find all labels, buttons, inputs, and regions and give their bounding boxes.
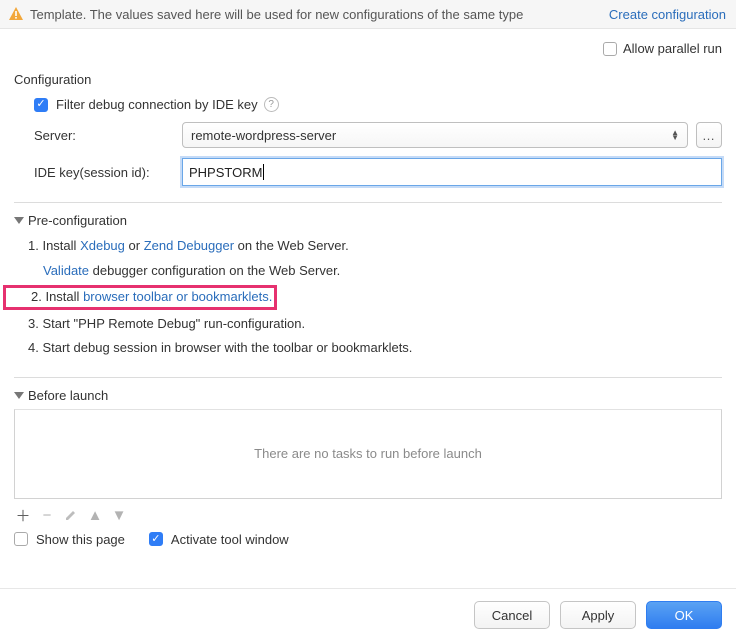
preconf-step-1: 1. Install Xdebug or Zend Debugger on th… [28,234,722,259]
server-label: Server: [34,128,174,143]
xdebug-link[interactable]: Xdebug [80,238,125,253]
preconf-step-3: 3. Start "PHP Remote Debug" run-configur… [28,312,722,337]
activate-tool-window-label: Activate tool window [171,532,289,547]
updown-icon: ▲▼ [671,130,679,140]
preconfiguration-title: Pre-configuration [28,213,127,228]
preconf-step-4: 4. Start debug session in browser with t… [28,336,722,361]
divider [14,202,722,203]
chevron-down-icon [14,217,24,224]
preconfiguration-header[interactable]: Pre-configuration [14,213,722,228]
ok-button[interactable]: OK [646,601,722,629]
allow-parallel-run-label: Allow parallel run [623,41,722,56]
show-this-page-checkbox[interactable] [14,532,28,546]
remove-task-button: − [40,507,54,524]
validate-link[interactable]: Validate [43,263,89,278]
browser-toolbar-link[interactable]: browser toolbar or bookmarklets. [83,289,272,304]
filter-debug-label: Filter debug connection by IDE key [56,97,258,112]
before-launch-title: Before launch [28,388,108,403]
show-this-page-label: Show this page [36,532,125,547]
before-launch-empty-text: There are no tasks to run before launch [254,446,482,461]
zend-debugger-link[interactable]: Zend Debugger [144,238,234,253]
move-down-button: ▼ [112,507,126,524]
create-configuration-link[interactable]: Create configuration [609,7,726,22]
warning-icon [8,6,24,22]
configuration-section-title: Configuration [14,72,722,87]
chevron-down-icon [14,392,24,399]
help-icon[interactable]: ? [264,97,279,112]
cancel-button[interactable]: Cancel [474,601,550,629]
ide-key-label: IDE key(session id): [34,165,174,180]
preconfiguration-list: 1. Install Xdebug or Zend Debugger on th… [28,234,722,361]
server-browse-button[interactable]: … [696,122,722,148]
preconf-validate: Validate debugger configuration on the W… [28,259,722,284]
ide-key-input[interactable]: PHPSTORM [182,158,722,186]
edit-task-button [64,509,78,521]
before-launch-header[interactable]: Before launch [14,388,722,403]
allow-parallel-run-checkbox[interactable] [603,42,617,56]
filter-debug-checkbox[interactable]: ✓ [34,98,48,112]
activate-tool-window-checkbox[interactable]: ✓ [149,532,163,546]
dialog-button-bar: Cancel Apply OK [0,588,736,643]
apply-button[interactable]: Apply [560,601,636,629]
ide-key-value: PHPSTORM [189,165,262,180]
before-launch-toolbar: ＋ − ▲ ▼ [14,499,722,526]
template-banner-text: Template. The values saved here will be … [30,7,603,22]
divider [14,377,722,378]
preconf-step-2-highlight: 2. Install browser toolbar or bookmarkle… [3,285,277,309]
server-select[interactable]: remote-wordpress-server ▲▼ [182,122,688,148]
move-up-button: ▲ [88,507,102,524]
before-launch-list: There are no tasks to run before launch [14,409,722,499]
server-select-value: remote-wordpress-server [191,128,336,143]
text-caret [263,164,264,180]
template-banner: Template. The values saved here will be … [0,0,736,29]
add-task-button[interactable]: ＋ [16,505,30,526]
